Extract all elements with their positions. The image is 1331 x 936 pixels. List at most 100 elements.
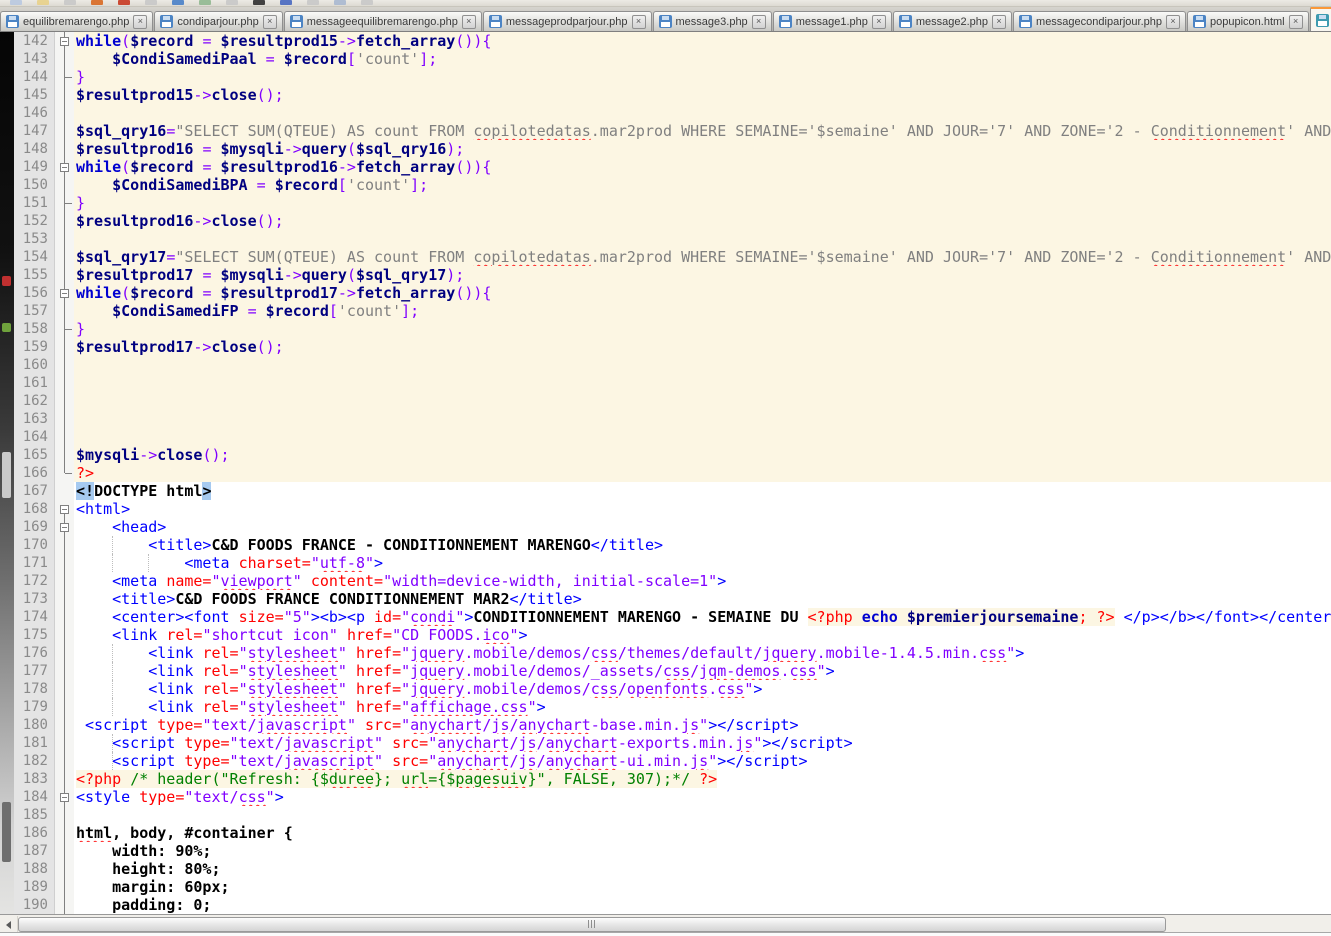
code-line-173[interactable]: 173 <title>C&D FOODS FRANCE CONDITIONNEM… — [14, 590, 1331, 608]
code-line-144[interactable]: 144} — [14, 68, 1331, 86]
code-line-178[interactable]: 178 <link rel="stylesheet" href="jquery.… — [14, 680, 1331, 698]
code-text[interactable]: $resultprod17->close(); — [74, 338, 1331, 356]
code-text[interactable] — [74, 392, 1331, 410]
code-line-143[interactable]: 143 $CondiSamediPaal = $record['count']; — [14, 50, 1331, 68]
tab-close-icon[interactable]: × — [992, 15, 1006, 29]
code-text[interactable] — [74, 230, 1331, 248]
code-line-186[interactable]: 186html, body, #container { — [14, 824, 1331, 842]
code-line-185[interactable]: 185 — [14, 806, 1331, 824]
code-line-164[interactable]: 164 — [14, 428, 1331, 446]
code-text[interactable]: <head> — [74, 518, 1331, 536]
tab-close-icon[interactable]: × — [263, 15, 277, 29]
code-text[interactable]: <link rel="stylesheet" href="affichage.c… — [74, 698, 1331, 716]
code-line-188[interactable]: 188 height: 80%; — [14, 860, 1331, 878]
code-line-161[interactable]: 161 — [14, 374, 1331, 392]
tab-close-icon[interactable]: × — [872, 15, 886, 29]
tab-close-icon[interactable]: × — [462, 15, 476, 29]
code-line-146[interactable]: 146 — [14, 104, 1331, 122]
fold-collapse-icon[interactable] — [55, 158, 74, 176]
code-line-149[interactable]: 149while($record = $resultprod16->fetch_… — [14, 158, 1331, 176]
code-text[interactable]: <script type="text/javascript" src="anyc… — [74, 716, 1331, 734]
tab-message2.php[interactable]: message2.php× — [893, 11, 1012, 31]
code-line-183[interactable]: 183<?php /* header("Refresh: {$duree}; u… — [14, 770, 1331, 788]
code-text[interactable]: $CondiSamediPaal = $record['count']; — [74, 50, 1331, 68]
tab-equilibremarengo.php[interactable]: equilibremarengo.php× — [0, 11, 153, 31]
code-line-162[interactable]: 162 — [14, 392, 1331, 410]
fold-collapse-icon[interactable] — [55, 284, 74, 302]
code-line-165[interactable]: 165$mysqli->close(); — [14, 446, 1331, 464]
code-text[interactable]: <style type="text/css"> — [74, 788, 1331, 806]
tab-condiparjourcopie.php[interactable]: condiparjourcopie.php — [1310, 7, 1331, 32]
tab-close-icon[interactable]: × — [133, 15, 147, 29]
code-line-170[interactable]: 170 <title>C&D FOODS FRANCE - CONDITIONN… — [14, 536, 1331, 554]
code-text[interactable]: $mysqli->close(); — [74, 446, 1331, 464]
scroll-left-arrow-icon[interactable] — [0, 916, 18, 932]
code-text[interactable] — [74, 428, 1331, 446]
code-text[interactable]: width: 90%; — [74, 842, 1331, 860]
code-text[interactable]: while($record = $resultprod15->fetch_arr… — [74, 32, 1331, 50]
code-line-157[interactable]: 157 $CondiSamediFP = $record['count']; — [14, 302, 1331, 320]
code-line-154[interactable]: 154$sql_qry17="SELECT SUM(QTEUE) AS coun… — [14, 248, 1331, 266]
code-text[interactable]: <title>C&D FOODS FRANCE CONDITIONNEMENT … — [74, 590, 1331, 608]
code-line-171[interactable]: 171 <meta charset="utf-8"> — [14, 554, 1331, 572]
code-text[interactable]: while($record = $resultprod16->fetch_arr… — [74, 158, 1331, 176]
horizontal-scrollbar[interactable] — [0, 914, 1331, 932]
code-line-177[interactable]: 177 <link rel="stylesheet" href="jquery.… — [14, 662, 1331, 680]
code-line-152[interactable]: 152$resultprod16->close(); — [14, 212, 1331, 230]
code-line-151[interactable]: 151} — [14, 194, 1331, 212]
tab-close-icon[interactable]: × — [632, 15, 646, 29]
tab-messageprodparjour.php[interactable]: messageprodparjour.php× — [483, 11, 652, 31]
code-text[interactable]: <link rel="stylesheet" href="jquery.mobi… — [74, 680, 1331, 698]
tab-message1.php[interactable]: message1.php× — [773, 11, 892, 31]
fold-collapse-icon[interactable] — [55, 32, 74, 50]
code-text[interactable]: <script type="text/javascript" src="anyc… — [74, 752, 1331, 770]
code-text[interactable]: margin: 60px; — [74, 878, 1331, 896]
code-line-181[interactable]: 181 <script type="text/javascript" src="… — [14, 734, 1331, 752]
code-editor[interactable]: 142while($record = $resultprod15->fetch_… — [0, 32, 1331, 914]
code-line-142[interactable]: 142while($record = $resultprod15->fetch_… — [14, 32, 1331, 50]
code-line-184[interactable]: 184<style type="text/css"> — [14, 788, 1331, 806]
tab-close-icon[interactable]: × — [752, 15, 766, 29]
code-text[interactable]: } — [74, 194, 1331, 212]
code-text[interactable] — [74, 806, 1331, 824]
code-line-145[interactable]: 145$resultprod15->close(); — [14, 86, 1331, 104]
code-text[interactable]: <title>C&D FOODS FRANCE - CONDITIONNEMEN… — [74, 536, 1331, 554]
tab-close-icon[interactable]: × — [1166, 15, 1180, 29]
code-line-176[interactable]: 176 <link rel="stylesheet" href="jquery.… — [14, 644, 1331, 662]
code-line-167[interactable]: 167<!DOCTYPE html> — [14, 482, 1331, 500]
code-text[interactable] — [74, 104, 1331, 122]
code-text[interactable]: $resultprod15->close(); — [74, 86, 1331, 104]
code-text[interactable] — [74, 356, 1331, 374]
fold-collapse-icon[interactable] — [55, 500, 74, 518]
code-text[interactable]: <script type="text/javascript" src="anyc… — [74, 734, 1331, 752]
code-text[interactable]: <link rel="stylesheet" href="jquery.mobi… — [74, 644, 1331, 662]
code-text[interactable]: $sql_qry16="SELECT SUM(QTEUE) AS count F… — [74, 122, 1331, 140]
code-line-169[interactable]: 169 <head> — [14, 518, 1331, 536]
code-text[interactable]: height: 80%; — [74, 860, 1331, 878]
code-text[interactable] — [74, 374, 1331, 392]
code-line-153[interactable]: 153 — [14, 230, 1331, 248]
code-text[interactable]: ?> — [74, 464, 1331, 482]
code-text[interactable]: $resultprod16 = $mysqli->query($sql_qry1… — [74, 140, 1331, 158]
code-line-150[interactable]: 150 $CondiSamediBPA = $record['count']; — [14, 176, 1331, 194]
code-line-187[interactable]: 187 width: 90%; — [14, 842, 1331, 860]
code-text[interactable]: <center><font size="5"><b><p id="condi">… — [74, 608, 1331, 626]
code-text[interactable]: <link rel="stylesheet" href="jquery.mobi… — [74, 662, 1331, 680]
tab-popupicon.html[interactable]: popupicon.html× — [1187, 11, 1309, 31]
code-line-168[interactable]: 168<html> — [14, 500, 1331, 518]
fold-collapse-icon[interactable] — [55, 518, 74, 536]
code-text[interactable]: <!DOCTYPE html> — [74, 482, 1331, 500]
code-line-155[interactable]: 155$resultprod17 = $mysqli->query($sql_q… — [14, 266, 1331, 284]
code-line-160[interactable]: 160 — [14, 356, 1331, 374]
code-line-175[interactable]: 175 <link rel="shortcut icon" href="CD F… — [14, 626, 1331, 644]
code-text[interactable]: $resultprod16->close(); — [74, 212, 1331, 230]
code-text[interactable]: <html> — [74, 500, 1331, 518]
code-line-166[interactable]: 166?> — [14, 464, 1331, 482]
tab-close-icon[interactable]: × — [1289, 15, 1303, 29]
code-line-159[interactable]: 159$resultprod17->close(); — [14, 338, 1331, 356]
code-text[interactable]: padding: 0; — [74, 896, 1331, 914]
code-line-156[interactable]: 156while($record = $resultprod17->fetch_… — [14, 284, 1331, 302]
code-line-179[interactable]: 179 <link rel="stylesheet" href="afficha… — [14, 698, 1331, 716]
code-text[interactable]: $resultprod17 = $mysqli->query($sql_qry1… — [74, 266, 1331, 284]
code-text[interactable] — [74, 410, 1331, 428]
